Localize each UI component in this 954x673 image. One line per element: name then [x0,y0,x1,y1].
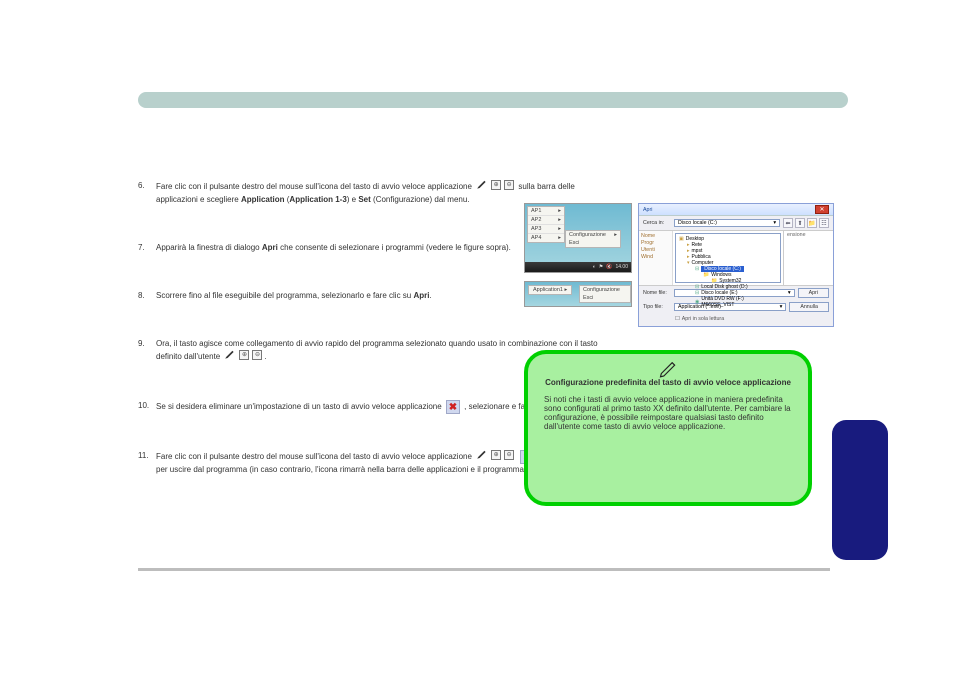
places-sidebar: Nome Progr Utenti Wind [639,231,673,285]
lookin-combo: Disco locale (C:)▾ [674,219,780,227]
zoom-out-icon: ⊖ [252,350,262,360]
menu-item: AP1▸ [528,207,564,216]
bold: Set [358,195,370,204]
context-menu-screenshot: AP1▸ AP2▸ AP3▸ AP4▸ Configurazione▸ Esci… [524,203,632,273]
text: ) e [347,195,356,204]
filetype-label: Tipo file: [643,304,671,310]
step-number: 9. [138,338,145,350]
text: . [264,352,266,361]
tray-icon: 🔇 [606,264,612,270]
folder-tree: ▣Desktop ▸Rete ▸mpst ▸Pubblica ▾Computer… [675,233,781,283]
clear-icon: ✖ [446,400,460,414]
zoom-out-icon: ⊖ [504,450,514,460]
text: Fare clic con il pulsante destro del mou… [156,182,472,191]
up-icon: ⬆ [795,218,805,228]
text: (Configurazione) dal menu. [373,195,470,204]
zoom-in-icon: ⊕ [239,350,249,360]
checkbox: ☐ [675,316,680,322]
zoom-in-icon: ⊕ [491,180,501,190]
text: Scorrere fino al file eseguibile del pro… [156,291,411,300]
step-number: 8. [138,290,145,302]
zoom-in-icon: ⊕ [491,450,501,460]
open-dialog-screenshot: Apri ✕ Cerca in: Disco locale (C:)▾ ⬅ ⬆ … [638,203,834,327]
text: . [429,291,431,300]
menu-item: AP4▸ [528,234,564,242]
step-number: 6. [138,180,145,192]
menu-item: AP3▸ [528,225,564,234]
header-band [138,92,848,108]
menu-item: AP2▸ [528,216,564,225]
tip-body: Si noti che i tasti di avvio veloce appl… [544,395,792,431]
pen-icon [476,450,488,464]
readonly-label: Apri in sola lettura [682,316,724,322]
bold: Apri [262,243,278,252]
step-number: 10. [138,400,149,412]
tray-icon: ◐ [593,264,596,270]
step-number: 11. [138,450,149,462]
dialog-title: Apri [643,207,652,213]
pen-icon [224,350,236,364]
column-header: ensione [783,231,833,285]
screenshot-group: AP1▸ AP2▸ AP3▸ AP4▸ Configurazione▸ Esci… [524,203,834,327]
submenu-item: Configurazione [580,286,630,294]
step-number: 7. [138,242,145,254]
lookin-label: Cerca in: [643,220,671,226]
submenu-item: Configurazione▸ [566,231,620,239]
text: che consente di selezionare i programmi [280,243,424,252]
views-icon: ☷ [819,218,829,228]
tip-box: Configurazione predefinita del tasto di … [524,350,812,506]
back-icon: ⬅ [783,218,793,228]
open-button: Apri [798,288,829,298]
zoom-out-icon: ⊖ [504,180,514,190]
side-tab [832,420,888,560]
cancel-button: Annulla [789,302,829,312]
pencil-icon [658,362,678,382]
taskbar: ◐⚑🔇 14.00 [525,262,631,272]
submenu-item: Esci [580,294,630,302]
footer-rule [138,568,830,571]
bold: Apri [413,291,429,300]
text: Apparirà la finestra di dialogo [156,243,260,252]
new-folder-icon: 📁 [807,218,817,228]
app-button: Application1 ▸ [528,285,572,295]
toolbar-screenshot: Application1 ▸ Configurazione Esci [524,281,632,307]
text: Se si desidera eliminare un'impostazione… [156,402,442,411]
filename-label: Nome file: [643,290,671,296]
text: (vedere le figure sopra). [426,243,511,252]
bold: Application 1-3 [289,195,346,204]
close-icon: ✕ [815,205,829,214]
tray-icon: ⚑ [599,264,603,270]
submenu-item: Esci [566,239,620,247]
text: Fare clic con il pulsante destro del mou… [156,452,472,461]
clock: 14.00 [615,264,628,270]
pen-icon [476,180,488,194]
bold: Application [241,195,285,204]
